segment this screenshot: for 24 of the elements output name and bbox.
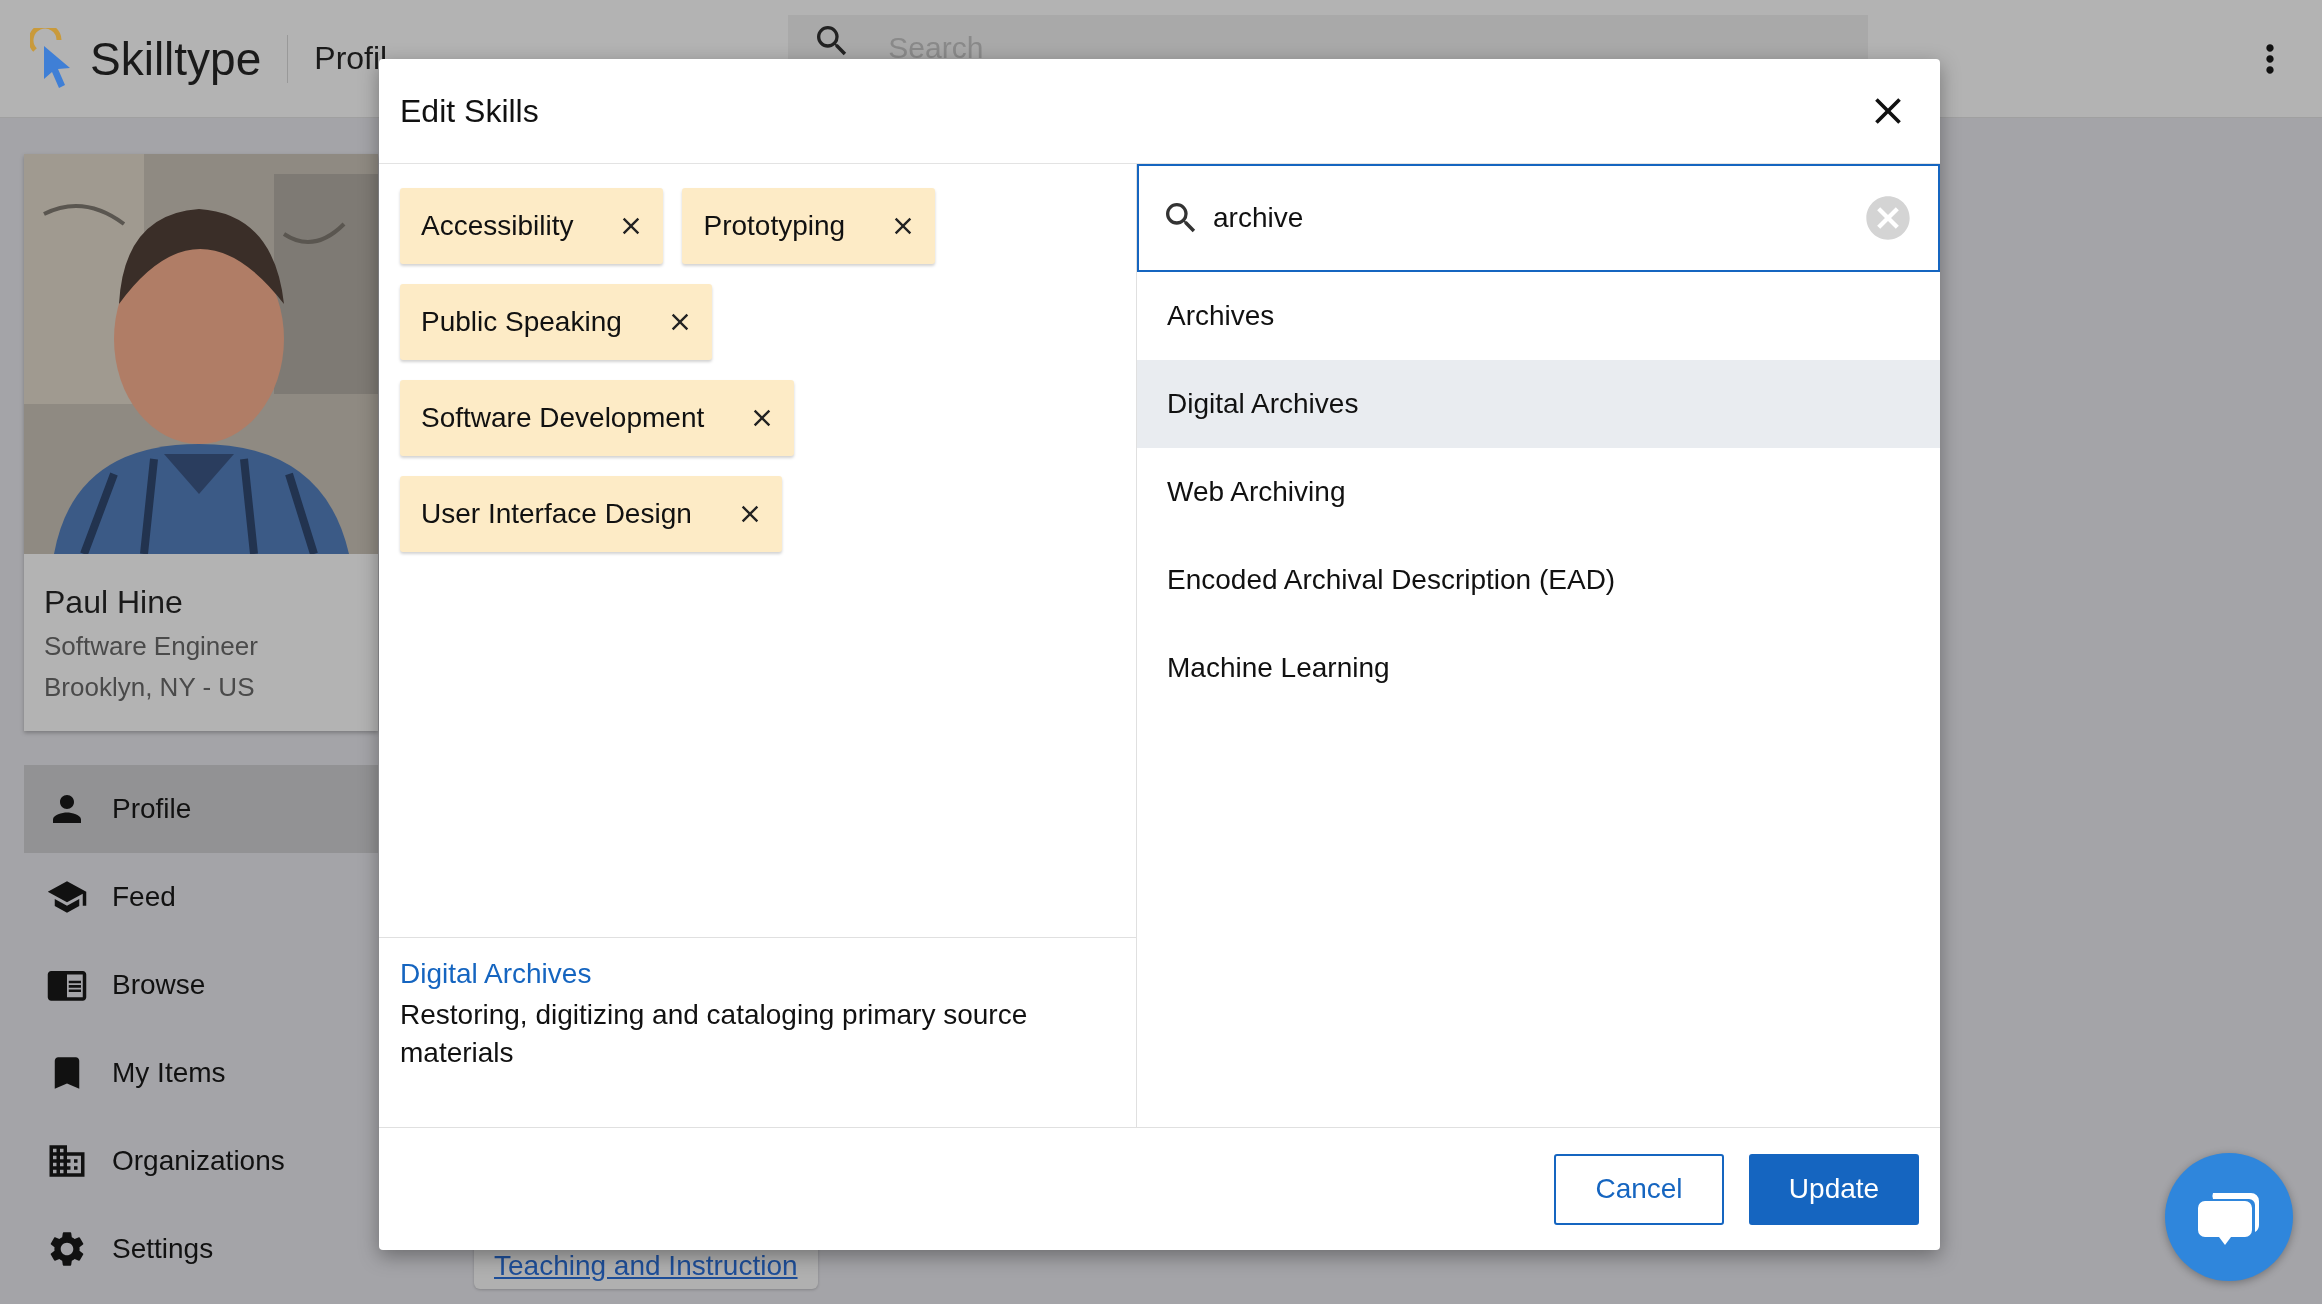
cancel-button[interactable]: Cancel	[1554, 1153, 1724, 1225]
sidebar-label: Feed	[112, 881, 176, 913]
skill-detail-link[interactable]: Digital Archives	[400, 958, 1115, 990]
chip-label: Prototyping	[703, 210, 846, 242]
dialog-title: Edit Skills	[400, 92, 539, 130]
skill-link[interactable]: Teaching and Instruction	[494, 1250, 798, 1281]
profile-title: Software Engineer	[44, 631, 259, 662]
sidebar-label: Settings	[112, 1233, 214, 1265]
sidebar-label: Organizations	[112, 1145, 285, 1177]
chip-label: Software Development	[421, 402, 705, 434]
sidebar-label: Browse	[112, 969, 206, 1001]
profile-name: Paul Hine	[44, 584, 184, 621]
update-button[interactable]: Update	[1749, 1153, 1919, 1225]
sidebar-label: Profile	[112, 793, 192, 825]
sidebar-label: My Items	[112, 1057, 226, 1089]
chip-label: Public Speaking	[421, 306, 622, 338]
brand-name: Skilltype	[90, 31, 262, 86]
sidebar-item[interactable]: Profile	[24, 765, 378, 853]
chip-label: Accessibility	[421, 210, 574, 242]
profile-location: Brooklyn, NY - US	[44, 672, 256, 703]
skill-description: Restoring, digitizing and cataloging primary source materials	[400, 998, 1029, 1070]
chip-label: User Interface Design	[421, 498, 692, 530]
result-item[interactable]: Digital Archives	[1137, 360, 1940, 448]
chat-button[interactable]	[2165, 1153, 2293, 1281]
